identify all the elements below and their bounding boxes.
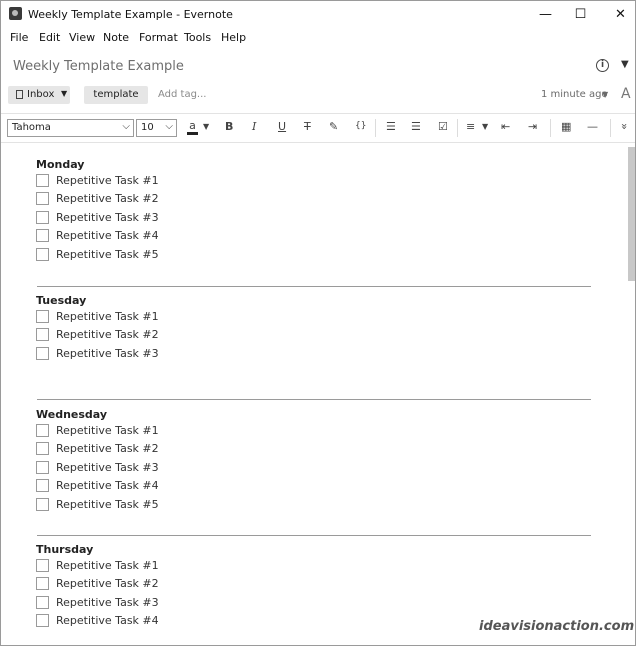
task-checkbox[interactable] (36, 310, 49, 323)
font-family-value: Tahoma (12, 122, 51, 133)
task-label: Repetitive Task #2 (56, 328, 159, 341)
task-label: Repetitive Task #1 (56, 174, 159, 187)
task-label: Repetitive Task #1 (56, 559, 159, 572)
chevron-down-icon: ⌵ (165, 121, 173, 132)
formatting-toolbar: Tahoma ⌵ 10 ⌵ a ▼ B I U T ✎ {} ☰ ☰ ☑ ≡ ▼… (1, 113, 635, 143)
task-label: Repetitive Task #4 (56, 614, 159, 627)
watermark: ideavisionaction.com (479, 619, 635, 634)
font-family-select[interactable]: Tahoma ⌵ (7, 119, 134, 137)
outdent-button[interactable]: ⇤ (501, 120, 510, 133)
task-checkbox[interactable] (36, 461, 49, 474)
menu-tools[interactable]: Tools (184, 31, 211, 44)
horizontal-rule-button[interactable]: — (587, 120, 598, 133)
task-label: Repetitive Task #3 (56, 211, 159, 224)
task-checkbox[interactable] (36, 498, 49, 511)
divider-line (37, 399, 591, 400)
text-color-button[interactable]: a (187, 119, 198, 135)
task-checkbox[interactable] (36, 614, 49, 627)
task-label: Repetitive Task #4 (56, 479, 159, 492)
task-checkbox[interactable] (36, 442, 49, 455)
task-label: Repetitive Task #3 (56, 347, 159, 360)
window-title: Weekly Template Example - Evernote (28, 8, 233, 21)
task-label: Repetitive Task #2 (56, 577, 159, 590)
task-checkbox[interactable] (36, 192, 49, 205)
menu-bar: File Edit View Note Format Tools Help (1, 28, 635, 48)
day-heading-thursday: Thursday (36, 543, 94, 556)
menu-file[interactable]: File (10, 31, 28, 44)
divider-line (37, 535, 591, 536)
evernote-app-icon (9, 7, 22, 20)
close-button[interactable]: ✕ (598, 1, 637, 28)
chevron-down-icon[interactable]: ▼ (203, 122, 209, 131)
day-heading-wednesday: Wednesday (36, 408, 108, 421)
task-checkbox[interactable] (36, 479, 49, 492)
task-checkbox[interactable] (36, 424, 49, 437)
day-heading-tuesday: Tuesday (36, 294, 87, 307)
more-tools-button[interactable]: » (618, 123, 631, 130)
align-button[interactable]: ≡ (466, 120, 475, 133)
day-heading-monday: Monday (36, 158, 85, 171)
task-checkbox[interactable] (36, 328, 49, 341)
task-label: Repetitive Task #1 (56, 424, 159, 437)
note-title-field[interactable]: Weekly Template Example (13, 59, 184, 74)
toolbar-divider (610, 119, 611, 137)
notebook-label: Inbox (27, 89, 55, 100)
checkbox-button[interactable]: ☑ (438, 120, 448, 133)
evernote-window: Weekly Template Example - Evernote — ☐ ✕… (0, 0, 636, 646)
tag-chip[interactable]: template (84, 86, 148, 104)
toolbar-divider (457, 119, 458, 137)
menu-format[interactable]: Format (139, 31, 178, 44)
chevron-down-icon[interactable]: ▼ (602, 90, 608, 99)
task-checkbox[interactable] (36, 229, 49, 242)
menu-help[interactable]: Help (221, 31, 246, 44)
task-label: Repetitive Task #5 (56, 248, 159, 261)
table-button[interactable]: ▦ (561, 120, 571, 133)
task-checkbox[interactable] (36, 596, 49, 609)
menu-view[interactable]: View (69, 31, 95, 44)
maximize-button[interactable]: ☐ (558, 1, 603, 28)
task-checkbox[interactable] (36, 577, 49, 590)
font-size-value: 10 (141, 122, 154, 133)
toolbar-divider (375, 119, 376, 137)
task-checkbox[interactable] (36, 174, 49, 187)
indent-button[interactable]: ⇥ (528, 120, 537, 133)
font-size-select[interactable]: 10 ⌵ (136, 119, 177, 137)
toolbar-divider (550, 119, 551, 137)
task-checkbox[interactable] (36, 559, 49, 572)
scrollbar-thumb[interactable] (628, 147, 635, 281)
underline-button[interactable]: U (278, 120, 286, 133)
add-tag-input[interactable]: Add tag... (158, 89, 206, 100)
chevron-down-icon: ⌵ (122, 121, 130, 132)
menu-note[interactable]: Note (103, 31, 129, 44)
divider-line (37, 286, 591, 287)
info-icon[interactable]: i (596, 59, 609, 72)
more-options-icon[interactable]: ▼ (621, 59, 629, 70)
strikethrough-button[interactable]: T (304, 120, 311, 133)
task-label: Repetitive Task #2 (56, 192, 159, 205)
task-label: Repetitive Task #5 (56, 498, 159, 511)
task-label: Repetitive Task #3 (56, 461, 159, 474)
task-label: Repetitive Task #4 (56, 229, 159, 242)
notebook-selector[interactable]: Inbox ▼ (8, 86, 70, 104)
title-bar: Weekly Template Example - Evernote — ☐ ✕ (1, 1, 635, 28)
bold-button[interactable]: B (225, 120, 233, 133)
last-updated[interactable]: 1 minute ago (541, 89, 608, 100)
task-checkbox[interactable] (36, 248, 49, 261)
menu-edit[interactable]: Edit (39, 31, 60, 44)
bulleted-list-button[interactable]: ☰ (386, 120, 396, 133)
code-block-button[interactable]: {} (355, 121, 366, 131)
italic-button[interactable]: I (252, 120, 256, 133)
task-checkbox[interactable] (36, 347, 49, 360)
notebook-icon (16, 90, 23, 99)
task-checkbox[interactable] (36, 211, 49, 224)
task-label: Repetitive Task #3 (56, 596, 159, 609)
chevron-down-icon: ▼ (61, 89, 68, 98)
highlight-button[interactable]: ✎ (329, 120, 338, 133)
chevron-down-icon[interactable]: ▼ (482, 122, 488, 131)
task-label: Repetitive Task #2 (56, 442, 159, 455)
numbered-list-button[interactable]: ☰ (411, 120, 421, 133)
task-label: Repetitive Task #1 (56, 310, 159, 323)
font-style-icon[interactable]: A (621, 86, 631, 102)
